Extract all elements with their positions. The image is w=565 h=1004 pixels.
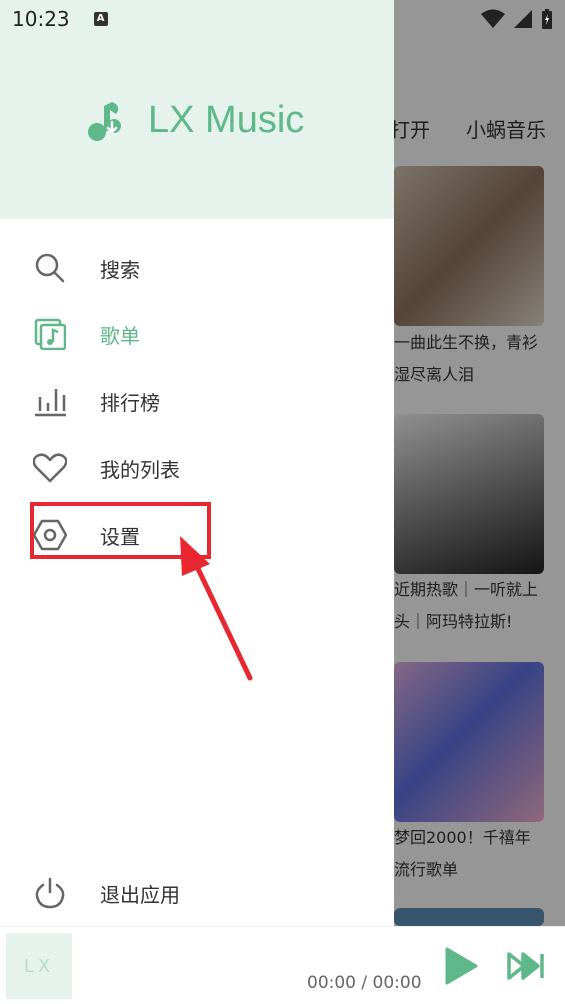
search-icon <box>30 248 70 288</box>
wifi-icon <box>481 9 505 28</box>
navigation-drawer: LX Music 搜索 歌单 排行榜 我的列表 设置 退出应用 <box>0 0 394 926</box>
playback-time: 00:00 / 00:00 <box>307 973 422 993</box>
player-bar: LX 00:00 / 00:00 <box>0 926 565 1004</box>
menu-item-exit[interactable]: 退出应用 <box>30 869 370 917</box>
heart-icon <box>30 448 70 488</box>
album-cover[interactable]: LX <box>6 933 72 999</box>
battery-icon <box>542 9 552 29</box>
status-time: 10:23 <box>12 7 70 31</box>
play-button[interactable] <box>444 947 478 985</box>
menu-item-search[interactable]: 搜索 <box>30 244 370 292</box>
menu-item-leaderboard[interactable]: 排行榜 <box>30 377 370 425</box>
menu-item-label: 退出应用 <box>100 882 180 907</box>
menu-item-label: 我的列表 <box>100 457 180 482</box>
menu-item-label: 搜索 <box>100 257 140 282</box>
annotation-arrow-icon <box>180 536 253 681</box>
status-icons <box>481 8 553 30</box>
app-logo-icon <box>88 102 121 141</box>
chart-icon <box>30 381 70 421</box>
signal-icon <box>514 10 532 28</box>
menu-item-my-list[interactable]: 我的列表 <box>30 444 370 492</box>
menu-item-label: 排行榜 <box>100 390 160 415</box>
songlist-icon <box>30 314 70 354</box>
app-name: LX Music <box>148 99 305 141</box>
status-bar: 10:23 A <box>0 0 565 38</box>
cover-placeholder-text: LX <box>23 955 55 977</box>
power-icon <box>30 873 70 913</box>
next-track-button[interactable] <box>507 952 545 980</box>
menu-item-songlist[interactable]: 歌单 <box>30 310 370 358</box>
menu-item-label: 歌单 <box>100 323 140 348</box>
notification-a-icon: A <box>93 12 108 26</box>
